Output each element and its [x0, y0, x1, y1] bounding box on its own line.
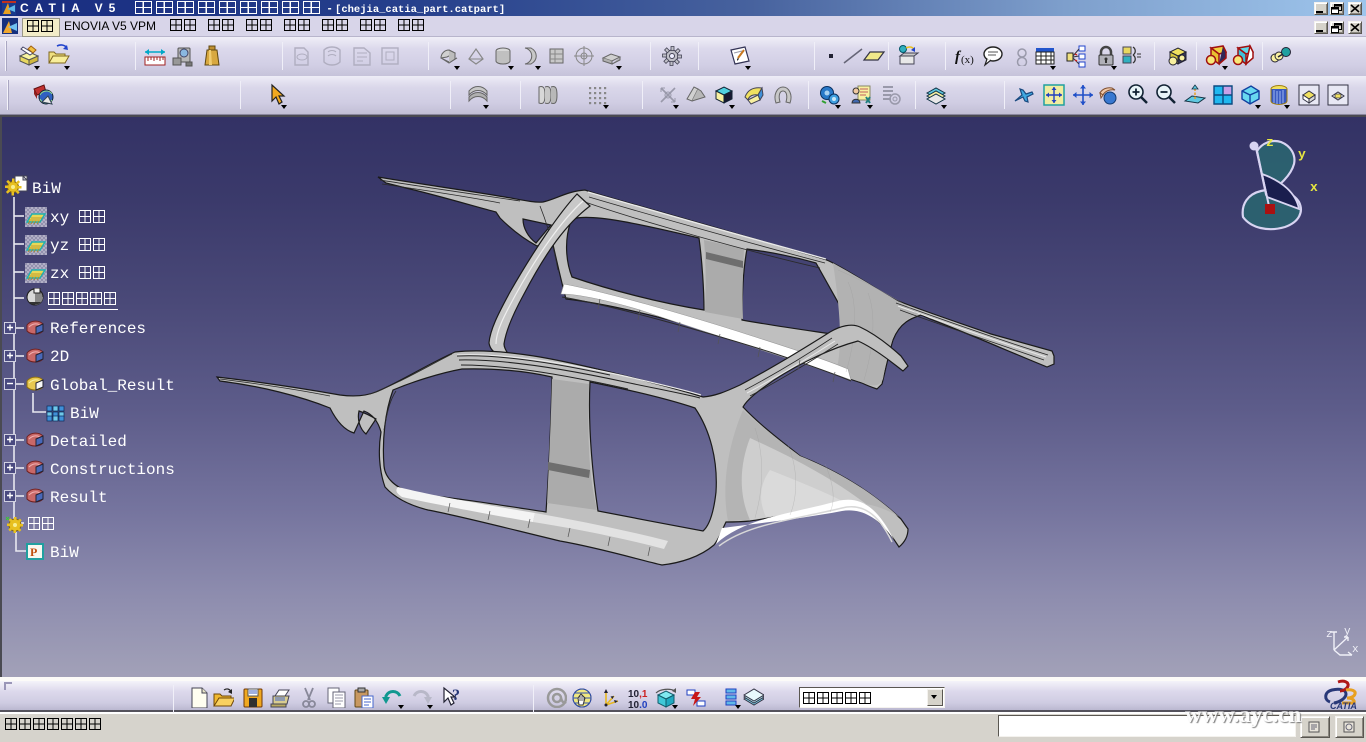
svg-text:(x): (x)	[961, 54, 974, 66]
svg-text:z: z	[1266, 135, 1274, 150]
svg-text:y: y	[1344, 626, 1351, 638]
svg-text:x: x	[1310, 180, 1318, 195]
svg-text:CATIA: CATIA	[1330, 701, 1357, 710]
svg-text:x: x	[1352, 644, 1359, 656]
svg-text:P: P	[30, 545, 37, 559]
svg-text:z: z	[1326, 629, 1333, 641]
svg-text:y: y	[1298, 147, 1306, 162]
svg-text:10,0: 10,0	[628, 700, 648, 708]
svg-text:?: ?	[452, 687, 460, 704]
svg-text:10,1: 10,1	[628, 689, 648, 700]
